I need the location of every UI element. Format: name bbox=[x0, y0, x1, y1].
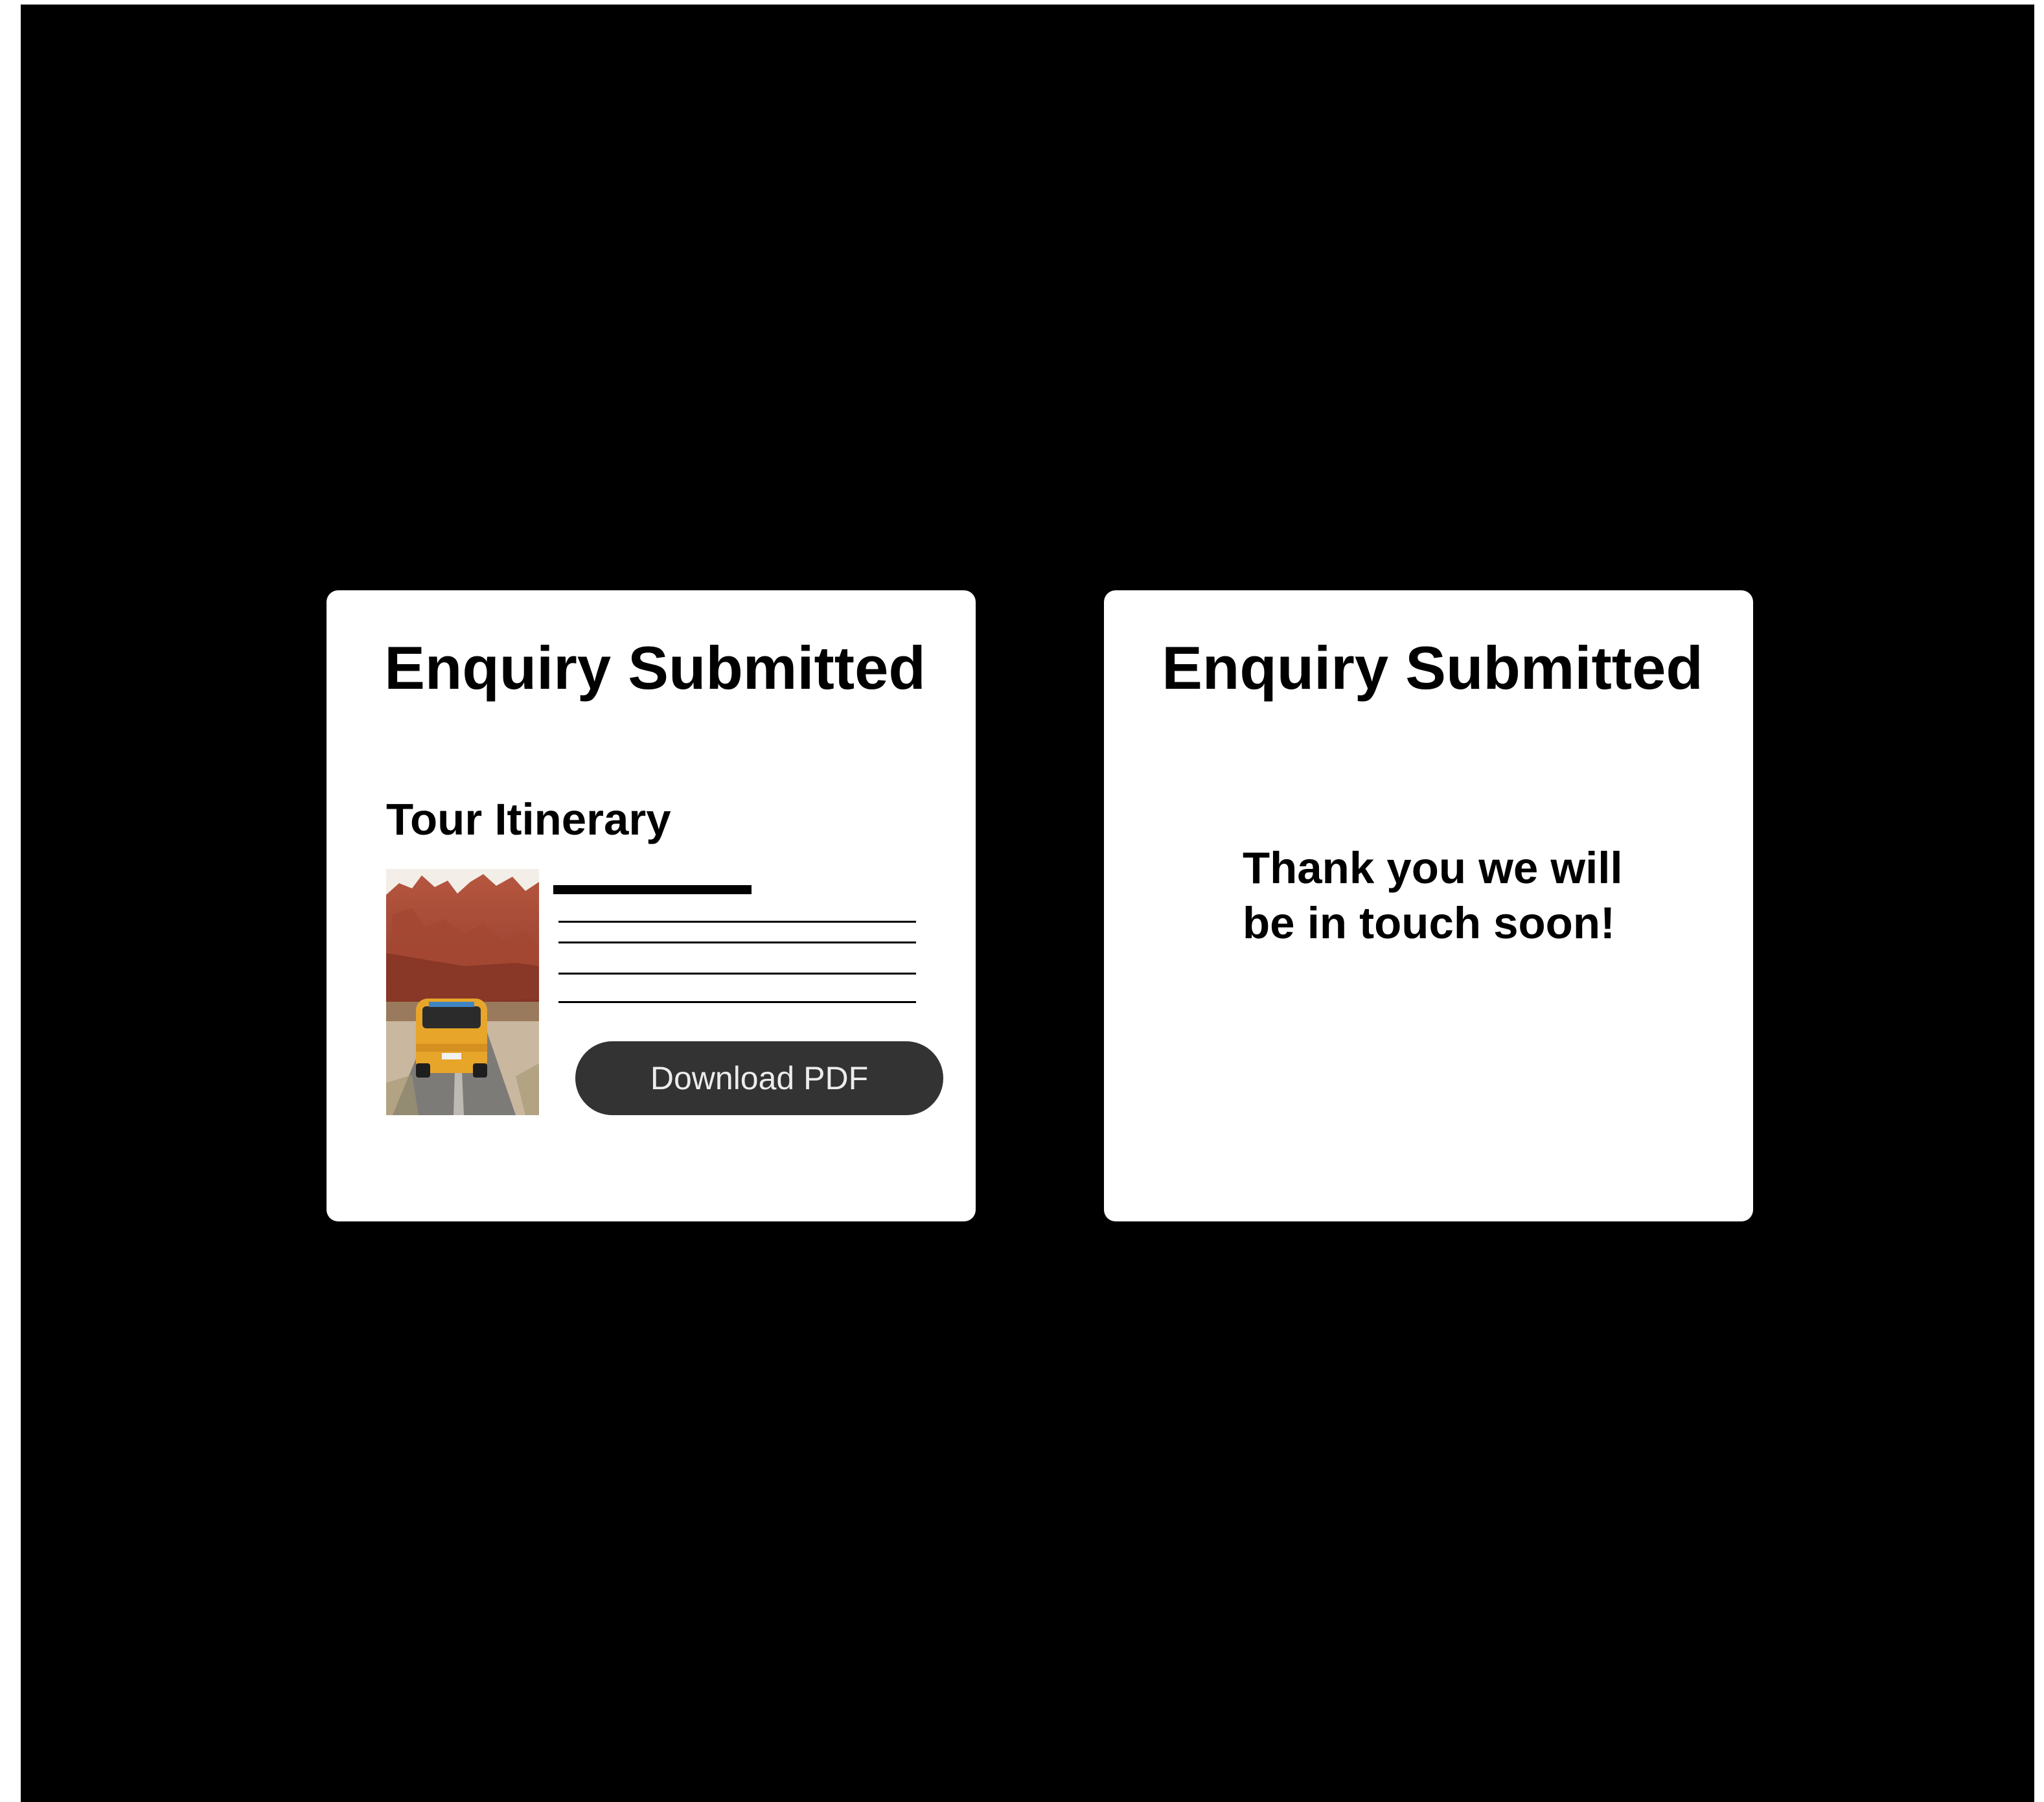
document-heading-placeholder bbox=[553, 885, 752, 894]
enquiry-card-thank-you: Enquiry Submitted Thank you we will be i… bbox=[1104, 590, 1753, 1221]
download-pdf-button[interactable]: Download PDF bbox=[575, 1041, 943, 1115]
thank-you-line-2: be in touch soon! bbox=[1243, 898, 1615, 948]
canyon-road-van-photo bbox=[386, 869, 539, 1115]
canvas-background: Enquiry Submitted Tour Itinerary Downloa… bbox=[21, 5, 2034, 1802]
thank-you-message: Thank you we will be in touch soon! bbox=[1243, 840, 1696, 951]
thank-you-line-1: Thank you we will bbox=[1243, 843, 1623, 893]
enquiry-card-with-itinerary: Enquiry Submitted Tour Itinerary Downloa… bbox=[327, 590, 976, 1221]
document-text-line bbox=[558, 941, 916, 943]
document-text-line bbox=[558, 1001, 916, 1003]
itinerary-thumbnail-image bbox=[386, 869, 539, 1115]
card-title: Enquiry Submitted bbox=[1162, 634, 1703, 702]
itinerary-title: Tour Itinerary bbox=[386, 794, 671, 844]
document-text-line bbox=[558, 973, 916, 975]
card-title: Enquiry Submitted bbox=[384, 634, 926, 702]
document-text-line bbox=[558, 921, 916, 923]
